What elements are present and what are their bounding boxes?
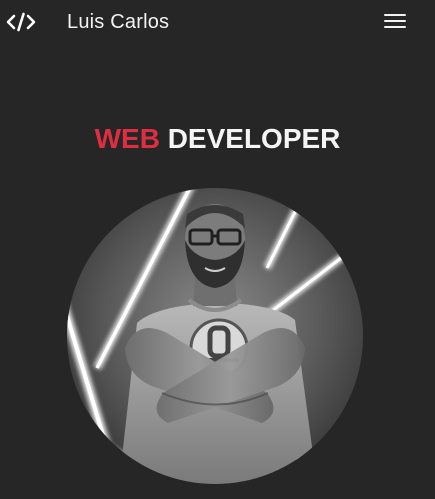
brand-name[interactable]: Luis Carlos xyxy=(67,10,169,34)
menu-line xyxy=(384,26,406,28)
menu-line xyxy=(384,14,406,16)
hero-title: WEB DEVELOPER xyxy=(0,122,435,156)
hamburger-menu-icon[interactable] xyxy=(384,11,406,33)
profile-photo-illustration xyxy=(67,188,363,484)
hero-title-rest: DEVELOPER xyxy=(167,123,341,154)
navbar: Luis Carlos xyxy=(0,0,435,44)
menu-line xyxy=(384,20,406,22)
profile-photo xyxy=(67,188,363,484)
code-brackets-icon[interactable] xyxy=(6,10,36,34)
hero-title-accent: WEB xyxy=(94,123,160,154)
